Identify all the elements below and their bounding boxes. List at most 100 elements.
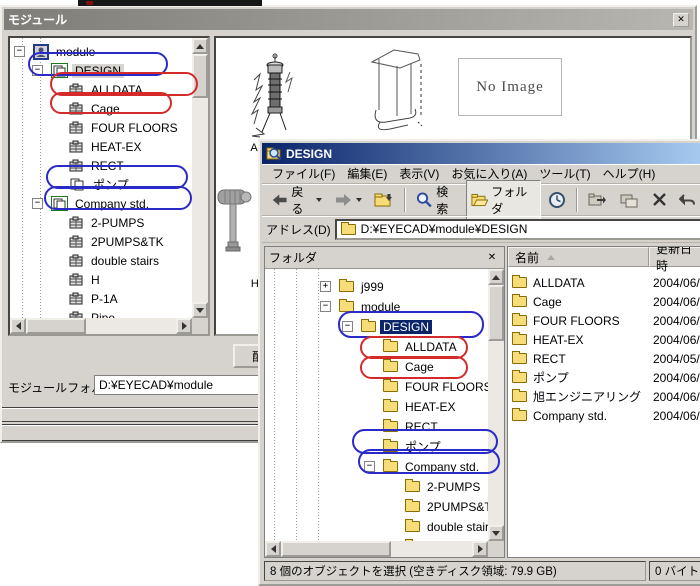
up-button[interactable]: [369, 188, 399, 211]
module-tree-item-H[interactable]: H: [50, 270, 103, 289]
folder-pane-close-button[interactable]: ✕: [484, 251, 500, 265]
explorer-tree-item-double stairs[interactable]: double stairs: [386, 517, 488, 536]
scroll-up-button[interactable]: [488, 269, 504, 285]
collapse-icon[interactable]: −: [32, 198, 43, 209]
module-tree-item-HEAT-EX[interactable]: HEAT-EX: [50, 137, 144, 156]
folder-pane-hscrollbar[interactable]: [265, 541, 488, 557]
module-tree-item-2-PUMPS[interactable]: 2-PUMPS: [50, 213, 147, 232]
explorer-tree-item-2-PUMPS[interactable]: 2-PUMPS: [386, 477, 483, 496]
explorer-tree-item-Cage[interactable]: Cage: [364, 357, 437, 376]
no-image-placeholder[interactable]: No Image: [458, 58, 562, 116]
move-to-folder-icon: [588, 192, 608, 208]
scroll-down-button[interactable]: [192, 302, 208, 318]
equip-icon: [69, 159, 84, 173]
back-button[interactable]: 戻る: [266, 180, 327, 220]
background-window-edge: [78, 0, 262, 6]
tree-item-label: ポンプ: [90, 176, 132, 193]
back-dropdown-caret-icon[interactable]: [316, 198, 322, 205]
collapse-icon[interactable]: −: [364, 461, 375, 472]
module-tree-hscrollbar[interactable]: [10, 318, 192, 334]
file-list-row-HEAT-EX[interactable]: HEAT-EX2004/06/0: [508, 330, 700, 349]
module-tree-item-DESIGN[interactable]: −DESIGN: [32, 61, 124, 80]
scroll-left-button[interactable]: [10, 318, 26, 334]
file-list-row-Company std.[interactable]: Company std.2004/06/0: [508, 406, 700, 425]
module-tree-item-Company std.[interactable]: −Company std.: [32, 194, 152, 213]
collapse-icon[interactable]: −: [342, 321, 353, 332]
collapse-icon[interactable]: −: [32, 65, 43, 76]
address-combo[interactable]: D:¥EYECAD¥module¥DESIGN: [335, 219, 700, 240]
module-tree-item-ALLDATA[interactable]: ALLDATA: [50, 80, 146, 99]
scroll-left-button[interactable]: [265, 541, 281, 557]
file-list-row-ポンプ[interactable]: ポンプ2004/06/0: [508, 368, 700, 387]
folder-pane-vscrollbar[interactable]: [488, 269, 504, 541]
folders-button[interactable]: フォルダ: [466, 180, 541, 220]
explorer-tree-item-DESIGN[interactable]: −DESIGN: [342, 317, 432, 336]
undo-button[interactable]: [674, 189, 700, 210]
file-list-row-ALLDATA[interactable]: ALLDATA2004/06/0: [508, 273, 700, 292]
file-name: ポンプ: [533, 369, 569, 386]
module-tree-item-FOUR FLOORS[interactable]: FOUR FLOORS: [50, 118, 181, 137]
scroll-thumb[interactable]: [192, 54, 208, 98]
equip-icon: [69, 216, 84, 230]
menu-ツール(T)[interactable]: ツール(T): [533, 163, 596, 184]
explorer-toolbar: 戻る 検索: [262, 184, 700, 216]
explorer-tree-item-module[interactable]: −module: [320, 297, 403, 316]
module-tree-item-2PUMPS&TK[interactable]: 2PUMPS&TK: [50, 232, 167, 251]
expand-icon[interactable]: +: [320, 281, 331, 292]
module-tree-item-ポンプ[interactable]: ポンプ: [50, 175, 132, 194]
module-tree-item-Pipe[interactable]: Pipe: [50, 308, 118, 318]
scroll-right-button[interactable]: [472, 541, 488, 557]
explorer-tree-item-j999[interactable]: + j999: [320, 277, 387, 296]
collapse-icon[interactable]: −: [14, 46, 25, 57]
menu-ヘルプ(H)[interactable]: ヘルプ(H): [597, 163, 662, 184]
file-date: 2004/06/0: [653, 276, 700, 290]
explorer-tree-item-RECT[interactable]: RECT: [364, 417, 441, 436]
file-date: 2004/06/0: [653, 333, 700, 347]
scroll-down-button[interactable]: [488, 525, 504, 541]
file-list-row-FOUR FLOORS[interactable]: FOUR FLOORS2004/06/0: [508, 311, 700, 330]
search-button[interactable]: 検索: [411, 180, 463, 220]
explorer-tree-item-Company std.[interactable]: −Company std.: [364, 457, 482, 476]
explorer-tree-item-FOUR FLOORS[interactable]: FOUR FLOORS: [364, 377, 488, 396]
explorer-tree-item-ポンプ[interactable]: ポンプ: [364, 437, 444, 456]
module-close-button[interactable]: ✕: [673, 13, 689, 27]
module-tree-item-double stairs[interactable]: double stairs: [50, 251, 162, 270]
scroll-thumb[interactable]: [26, 318, 86, 334]
move-to-button[interactable]: [583, 189, 613, 211]
folder-icon: [383, 421, 398, 432]
module-tree-item-module[interactable]: −module: [14, 42, 98, 61]
folders-label: フォルダ: [491, 183, 536, 217]
file-list-row-旭エンジニアリング[interactable]: 旭エンジニアリング2004/06/0: [508, 387, 700, 406]
module-tree-item-P-1A[interactable]: P-1A: [50, 289, 121, 308]
tower-thumbnail[interactable]: [244, 52, 302, 138]
explorer-tree-item-2PUMPS&TK[interactable]: 2PUMPS&TK: [386, 497, 488, 516]
history-button[interactable]: [543, 188, 571, 211]
module-tree-item-RECT[interactable]: RECT: [50, 156, 127, 175]
search-icon: [416, 191, 433, 208]
explorer-titlebar[interactable]: DESIGN: [262, 143, 700, 164]
scroll-up-button[interactable]: [192, 38, 208, 54]
module-titlebar[interactable]: モジュール ✕: [4, 9, 693, 30]
explorer-tree-item-HEAT-EX[interactable]: HEAT-EX: [364, 397, 458, 416]
copy-to-button[interactable]: [615, 189, 645, 211]
file-name: RECT: [533, 352, 566, 366]
module-tree-vscrollbar[interactable]: [192, 38, 208, 318]
forward-dropdown-caret-icon[interactable]: [356, 198, 362, 205]
explorer-tree-item-ALLDATA[interactable]: ALLDATA: [364, 337, 460, 356]
forward-button[interactable]: [329, 189, 367, 211]
menu-編集(E)[interactable]: 編集(E): [341, 163, 393, 184]
column-header-name[interactable]: 名前: [508, 247, 649, 267]
scroll-thumb[interactable]: [281, 541, 391, 557]
tree-item-label: j999: [358, 280, 387, 294]
delete-button[interactable]: [647, 189, 672, 210]
module-tree-item-Cage[interactable]: Cage: [50, 99, 123, 118]
file-list-row-RECT[interactable]: RECT2004/05/2: [508, 349, 700, 368]
file-list-row-Cage[interactable]: Cage2004/06/0: [508, 292, 700, 311]
scroll-thumb[interactable]: [488, 285, 504, 341]
column-header-date[interactable]: 更新日時: [649, 247, 700, 267]
back-arrow-icon: [271, 192, 288, 208]
pump-thumbnail[interactable]: [216, 186, 256, 260]
scroll-right-button[interactable]: [176, 318, 192, 334]
cage-thumbnail[interactable]: [366, 46, 432, 136]
collapse-icon[interactable]: −: [320, 301, 331, 312]
